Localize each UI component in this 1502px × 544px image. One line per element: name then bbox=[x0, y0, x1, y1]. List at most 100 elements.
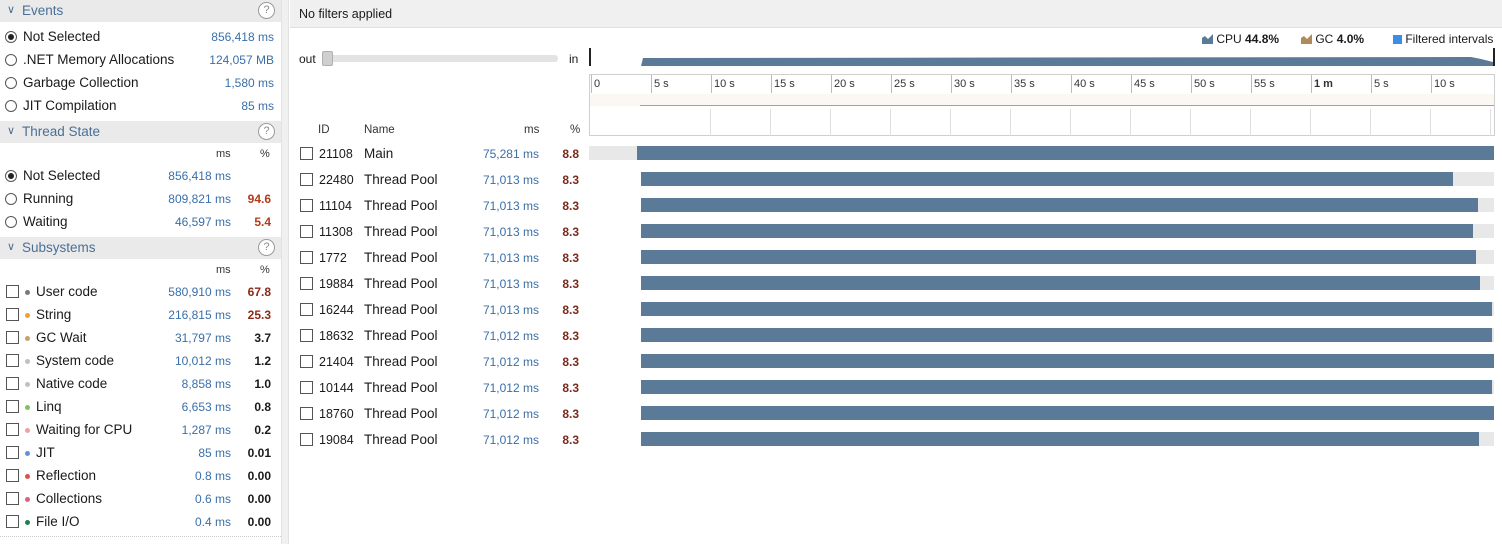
thread-activity-bar[interactable] bbox=[641, 354, 1494, 368]
ruler-tick-label: 10 s bbox=[1434, 78, 1455, 90]
events-option[interactable]: Garbage Collection 1,580 ms bbox=[0, 72, 281, 95]
checkbox[interactable] bbox=[300, 277, 313, 290]
checkbox[interactable] bbox=[6, 354, 19, 367]
subsystem-option[interactable]: Waiting for CPU 1,287 ms 0.2 bbox=[0, 419, 281, 442]
radio-button[interactable] bbox=[5, 193, 17, 205]
thread-row[interactable]: 19884 Thread Pool 71,013 ms 8.3 bbox=[290, 271, 1502, 297]
time-ruler[interactable]: 0 5 s 10 s 15 s 20 s 25 s 30 s 35 s 40 s 45 s 50 s… bbox=[589, 74, 1495, 136]
checkbox[interactable] bbox=[6, 515, 19, 528]
ruler-tick-label: 20 s bbox=[834, 78, 855, 90]
events-option[interactable]: .NET Memory Allocations 124,057 MB bbox=[0, 49, 281, 72]
events-section-header[interactable]: ∨ Events ? bbox=[0, 0, 281, 22]
thread-activity-bar[interactable] bbox=[641, 406, 1494, 420]
panel-splitter[interactable] bbox=[281, 0, 289, 544]
thread-row[interactable]: 18632 Thread Pool 71,012 ms 8.3 bbox=[290, 323, 1502, 349]
subsystem-option[interactable]: JIT 85 ms 0.01 bbox=[0, 442, 281, 465]
subsystem-option[interactable]: System code 10,012 ms 1.2 bbox=[0, 350, 281, 373]
subsystems-section-header[interactable]: ∨ Subsystems ? bbox=[0, 237, 281, 259]
checkbox[interactable] bbox=[6, 400, 19, 413]
events-option[interactable]: Not Selected 856,418 ms bbox=[0, 26, 281, 49]
radio-button[interactable] bbox=[5, 170, 17, 182]
checkbox[interactable] bbox=[300, 433, 313, 446]
radio-button[interactable] bbox=[5, 216, 17, 228]
checkbox[interactable] bbox=[300, 173, 313, 186]
checkbox[interactable] bbox=[300, 225, 313, 238]
checkbox[interactable] bbox=[6, 446, 19, 459]
thread-state-option[interactable]: Waiting 46,597 ms 5.4 bbox=[0, 211, 281, 234]
radio-button[interactable] bbox=[5, 54, 17, 66]
subsystem-option[interactable]: GC Wait 31,797 ms 3.7 bbox=[0, 327, 281, 350]
events-option[interactable]: JIT Compilation 85 ms bbox=[0, 95, 281, 118]
checkbox[interactable] bbox=[6, 492, 19, 505]
radio-button[interactable] bbox=[5, 77, 17, 89]
column-header-ms[interactable]: ms bbox=[524, 124, 539, 136]
timeline-overview[interactable] bbox=[589, 48, 1495, 66]
thread-row[interactable]: 16244 Thread Pool 71,013 ms 8.3 bbox=[290, 297, 1502, 323]
thread-id: 16244 bbox=[319, 303, 354, 317]
chevron-down-icon[interactable]: ∨ bbox=[7, 240, 15, 253]
ruler-grid-line bbox=[1130, 109, 1131, 136]
zoom-slider-track[interactable] bbox=[323, 55, 558, 62]
thread-activity-bar[interactable] bbox=[636, 146, 1494, 160]
thread-activity-bar[interactable] bbox=[641, 172, 1454, 186]
column-header-pct[interactable]: % bbox=[570, 124, 580, 136]
thread-activity-bar[interactable] bbox=[641, 302, 1493, 316]
thread-state-option[interactable]: Running 809,821 ms 94.6 bbox=[0, 188, 281, 211]
checkbox[interactable] bbox=[6, 285, 19, 298]
thread-row[interactable]: 1772 Thread Pool 71,013 ms 8.3 bbox=[290, 245, 1502, 271]
subsystem-option[interactable]: File I/O 0.4 ms 0.00 bbox=[0, 511, 281, 534]
checkbox[interactable] bbox=[6, 308, 19, 321]
subsystem-option[interactable]: Native code 8,858 ms 1.0 bbox=[0, 373, 281, 396]
subsystem-option[interactable]: Collections 0.6 ms 0.00 bbox=[0, 488, 281, 511]
subsystem-option[interactable]: User code 580,910 ms 67.8 bbox=[0, 281, 281, 304]
subsystem-option[interactable]: Reflection 0.8 ms 0.00 bbox=[0, 465, 281, 488]
chevron-down-icon[interactable]: ∨ bbox=[7, 3, 15, 16]
thread-state-section-header[interactable]: ∨ Thread State ? bbox=[0, 121, 281, 143]
zoom-slider-thumb[interactable] bbox=[322, 51, 333, 66]
thread-activity-bar[interactable] bbox=[641, 250, 1476, 264]
thread-row[interactable]: 11104 Thread Pool 71,013 ms 8.3 bbox=[290, 193, 1502, 219]
checkbox[interactable] bbox=[300, 407, 313, 420]
thread-row[interactable]: 11308 Thread Pool 71,013 ms 8.3 bbox=[290, 219, 1502, 245]
thread-activity-bar[interactable] bbox=[641, 380, 1493, 394]
chevron-down-icon[interactable]: ∨ bbox=[7, 124, 15, 137]
thread-activity-bar[interactable] bbox=[641, 276, 1481, 290]
thread-state-option[interactable]: Not Selected 856,418 ms bbox=[0, 165, 281, 188]
checkbox[interactable] bbox=[6, 377, 19, 390]
subsystem-option[interactable]: String 216,815 ms 25.3 bbox=[0, 304, 281, 327]
checkbox[interactable] bbox=[300, 251, 313, 264]
help-icon[interactable]: ? bbox=[258, 2, 275, 19]
option-pct: 67.8 bbox=[247, 285, 271, 299]
checkbox[interactable] bbox=[300, 147, 313, 160]
thread-activity-bar[interactable] bbox=[641, 198, 1478, 212]
checkbox[interactable] bbox=[6, 469, 19, 482]
thread-row[interactable]: 10144 Thread Pool 71,012 ms 8.3 bbox=[290, 375, 1502, 401]
column-header-id[interactable]: ID bbox=[318, 124, 330, 136]
radio-button[interactable] bbox=[5, 100, 17, 112]
thread-activity-bar[interactable] bbox=[641, 432, 1479, 446]
zoom-out-label[interactable]: out bbox=[299, 52, 316, 66]
checkbox[interactable] bbox=[6, 331, 19, 344]
zoom-in-label[interactable]: in bbox=[569, 52, 578, 66]
thread-activity-bar[interactable] bbox=[641, 328, 1493, 342]
checkbox[interactable] bbox=[6, 423, 19, 436]
thread-row[interactable]: 21108 Main 75,281 ms 8.8 bbox=[290, 141, 1502, 167]
ruler-tick bbox=[771, 75, 772, 93]
thread-row[interactable]: 18760 Thread Pool 71,012 ms 8.3 bbox=[290, 401, 1502, 427]
checkbox[interactable] bbox=[300, 199, 313, 212]
checkbox[interactable] bbox=[300, 303, 313, 316]
thread-pct: 8.3 bbox=[562, 381, 579, 395]
option-label: System code bbox=[36, 353, 115, 368]
checkbox[interactable] bbox=[300, 355, 313, 368]
help-icon[interactable]: ? bbox=[258, 239, 275, 256]
thread-row[interactable]: 21404 Thread Pool 71,012 ms 8.3 bbox=[290, 349, 1502, 375]
subsystem-option[interactable]: Linq 6,653 ms 0.8 bbox=[0, 396, 281, 419]
thread-activity-bar[interactable] bbox=[641, 224, 1474, 238]
checkbox[interactable] bbox=[300, 381, 313, 394]
column-header-name[interactable]: Name bbox=[364, 124, 395, 136]
checkbox[interactable] bbox=[300, 329, 313, 342]
radio-button[interactable] bbox=[5, 31, 17, 43]
thread-row[interactable]: 19084 Thread Pool 71,012 ms 8.3 bbox=[290, 427, 1502, 453]
thread-row[interactable]: 22480 Thread Pool 71,013 ms 8.3 bbox=[290, 167, 1502, 193]
help-icon[interactable]: ? bbox=[258, 123, 275, 140]
